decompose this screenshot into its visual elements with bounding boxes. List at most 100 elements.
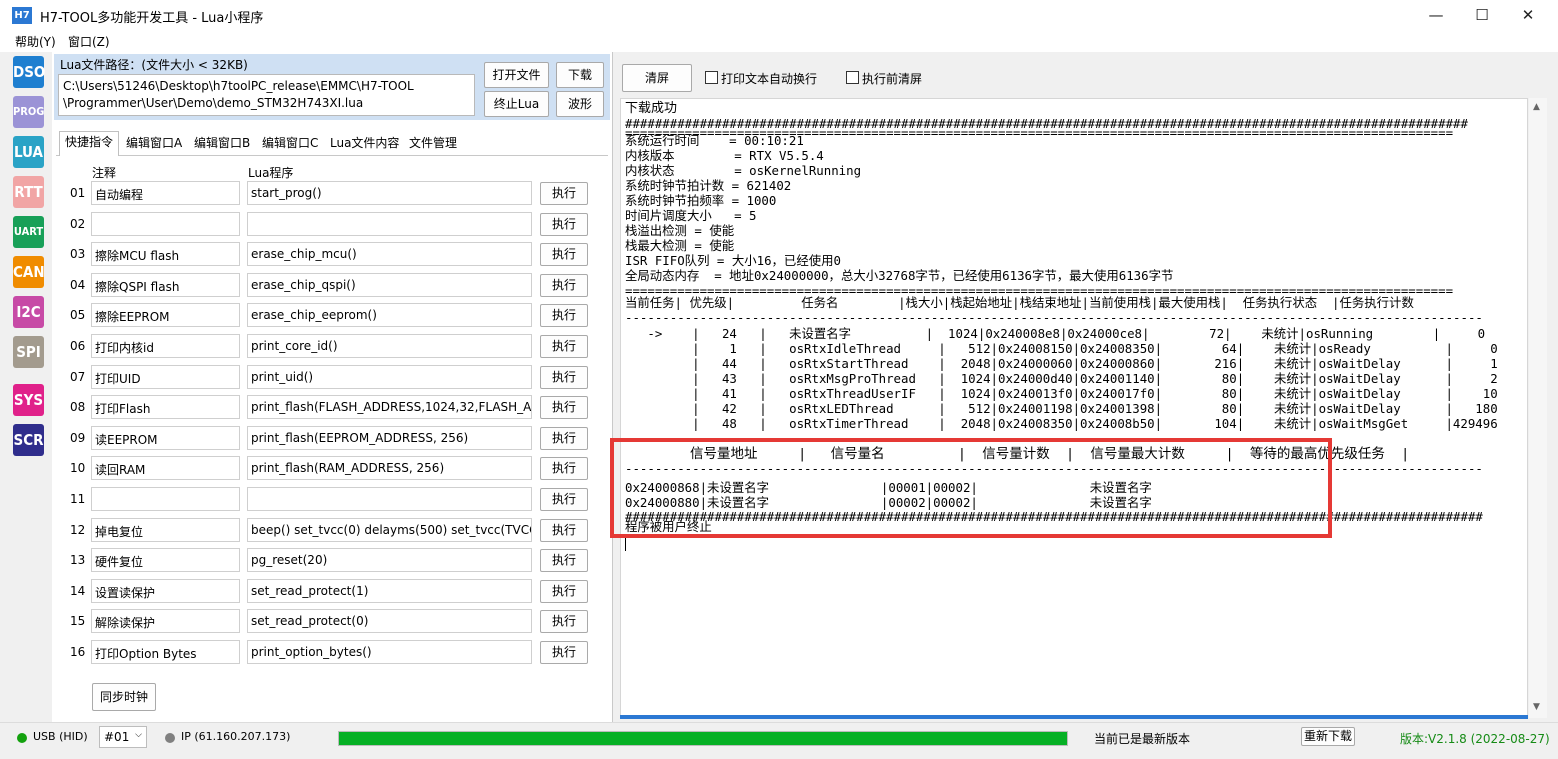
command-note-field[interactable]: 打印Option Bytes	[91, 640, 240, 664]
run-button[interactable]: 执行	[540, 518, 588, 542]
command-lua-field[interactable]: pg_reset(20)	[247, 548, 532, 573]
command-lua-field[interactable]: start_prog()	[247, 181, 532, 205]
maximize-button[interactable]: ☐	[1459, 0, 1505, 30]
command-note-field[interactable]: 读回RAM	[91, 456, 240, 481]
run-button[interactable]: 执行	[540, 426, 588, 450]
sidebar-scr-button[interactable]: SCR	[13, 424, 44, 456]
sidebar-rtt-button[interactable]: RTT	[13, 176, 44, 208]
redownload-button[interactable]: 重新下载	[1301, 727, 1355, 746]
stop-lua-button[interactable]: 终止Lua	[484, 91, 549, 117]
sidebar-uart-button[interactable]: UART	[13, 216, 44, 248]
col-lua-header: Lua程序	[248, 166, 294, 180]
minimize-button[interactable]: —	[1413, 0, 1459, 30]
tab-lua-content[interactable]: Lua文件内容	[325, 133, 404, 155]
wrap-label: 打印文本自动换行	[721, 72, 818, 86]
run-button[interactable]: 执行	[540, 610, 588, 634]
sidebar-lua-button[interactable]: LUA	[13, 136, 44, 168]
run-button[interactable]: 执行	[540, 365, 588, 389]
wrap-checkbox[interactable]	[705, 71, 718, 84]
run-button[interactable]: 执行	[540, 457, 588, 481]
sidebar-dso-button[interactable]: DSO	[13, 56, 45, 88]
command-lua-field[interactable]: print_core_id()	[247, 334, 532, 358]
run-button[interactable]: 执行	[540, 243, 588, 267]
open-file-button[interactable]: 打开文件	[484, 62, 549, 88]
command-lua-field[interactable]: set_read_protect(1)	[247, 578, 532, 603]
console-line: | 41 | osRtxThreadUserIF | 1024|0x240013…	[625, 386, 1498, 401]
run-button[interactable]: 执行	[540, 273, 588, 297]
command-note-field[interactable]: 打印UID	[91, 364, 240, 389]
row-number: 11	[70, 492, 86, 506]
tab-edit-a[interactable]: 编辑窗口A	[121, 133, 187, 155]
command-lua-field[interactable]: print_flash(EEPROM_ADDRESS, 256)	[247, 425, 532, 450]
command-note-field[interactable]: 设置读保护	[91, 578, 240, 603]
run-button[interactable]: 执行	[540, 579, 588, 603]
download-button[interactable]: 下载	[556, 62, 604, 88]
row-number: 07	[70, 369, 86, 384]
command-note-field[interactable]: 擦除MCU flash	[91, 242, 240, 267]
command-lua-field[interactable]: beep() set_tvcc(0) delayms(500) set_tvcc…	[247, 517, 532, 542]
device-select[interactable]: #01 ⌵	[99, 726, 147, 748]
command-note-field[interactable]: 读EEPROM	[91, 425, 240, 450]
scroll-down-icon[interactable]: ▼	[1533, 702, 1540, 712]
command-note-field[interactable]: 打印内核id	[91, 334, 240, 358]
clear-before-label: 执行前清屏	[862, 72, 923, 86]
console-scrollbar[interactable]: ▲ ▼	[1529, 98, 1547, 718]
command-lua-field[interactable]	[247, 487, 532, 511]
row-number: 15	[70, 614, 86, 629]
row-number: 03	[70, 247, 86, 262]
run-button[interactable]: 执行	[540, 335, 588, 358]
row-number: 04	[70, 277, 86, 292]
console-line: | 1 | osRtxIdleThread | 512|0x24008150|0…	[625, 341, 1498, 356]
text-cursor	[625, 537, 626, 551]
run-button[interactable]: 执行	[540, 549, 588, 573]
command-lua-field[interactable]: erase_chip_qspi()	[247, 272, 532, 297]
command-note-field[interactable]: 打印Flash	[91, 395, 240, 420]
command-note-field[interactable]: 掉电复位	[91, 517, 240, 542]
command-note-field[interactable]: 硬件复位	[91, 548, 240, 573]
menu-window[interactable]: 窗口(Z)	[68, 33, 110, 50]
command-lua-field[interactable]: print_flash(FLASH_ADDRESS,1024,32,FLASH_…	[247, 395, 532, 420]
tab-edit-c[interactable]: 编辑窗口C	[257, 133, 323, 155]
sync-clock-button[interactable]: 同步时钟	[92, 683, 156, 711]
command-lua-field[interactable]: print_flash(RAM_ADDRESS, 256)	[247, 456, 532, 481]
run-button[interactable]: 执行	[540, 182, 588, 205]
command-note-field[interactable]	[91, 211, 240, 236]
clear-screen-button[interactable]: 清屏	[622, 64, 692, 92]
clear-before-checkbox[interactable]	[846, 71, 859, 84]
usb-status: USB (HID)	[33, 730, 88, 743]
run-button[interactable]: 执行	[540, 304, 588, 328]
sidebar-i2c-button[interactable]: I2C	[13, 296, 44, 328]
command-lua-field[interactable]: print_uid()	[247, 364, 532, 389]
command-lua-field[interactable]: set_read_protect(0)	[247, 609, 532, 634]
command-note-field[interactable]: 擦除QSPI flash	[91, 272, 240, 297]
lua-path-field[interactable]: C:\Users\51246\Desktop\h7toolPC_release\…	[58, 74, 475, 116]
run-button[interactable]: 执行	[540, 488, 588, 511]
console-output[interactable]: 下载成功 ####################################…	[620, 98, 1528, 718]
command-note-field[interactable]: 自动编程	[91, 181, 240, 205]
command-lua-field[interactable]	[247, 211, 532, 236]
tab-quick-commands[interactable]: 快捷指令	[59, 131, 120, 156]
command-lua-field[interactable]: print_option_bytes()	[247, 640, 532, 664]
run-button[interactable]: 执行	[540, 212, 588, 236]
close-button[interactable]: ✕	[1505, 0, 1551, 30]
tab-file-manager[interactable]: 文件管理	[404, 133, 462, 155]
run-button[interactable]: 执行	[540, 641, 588, 664]
row-number: 02	[70, 216, 86, 231]
waveform-button[interactable]: 波形	[556, 91, 604, 117]
command-lua-field[interactable]: erase_chip_eeprom()	[247, 303, 532, 328]
sidebar-sys-button[interactable]: SYS	[13, 384, 44, 416]
command-note-field[interactable]	[91, 487, 240, 511]
command-lua-field[interactable]: erase_chip_mcu()	[247, 242, 532, 267]
scroll-up-icon[interactable]: ▲	[1533, 102, 1540, 112]
sidebar-prog-button[interactable]: PROG	[13, 96, 44, 128]
sidebar-spi-button[interactable]: SPI	[13, 336, 44, 368]
menu-help[interactable]: 帮助(Y)	[15, 33, 56, 50]
run-button[interactable]: 执行	[540, 396, 588, 420]
command-note-field[interactable]: 解除读保护	[91, 609, 240, 634]
console-line: 系统运行时间 = 00:10:21	[625, 133, 804, 148]
tab-edit-b[interactable]: 编辑窗口B	[189, 133, 255, 155]
sidebar-can-button[interactable]: CAN	[13, 256, 45, 288]
console-line: | 42 | osRtxLEDThread | 512|0x24001198|0…	[625, 401, 1498, 416]
console-line: 内核版本 = RTX V5.5.4	[625, 148, 824, 163]
command-note-field[interactable]: 擦除EEPROM	[91, 303, 240, 328]
